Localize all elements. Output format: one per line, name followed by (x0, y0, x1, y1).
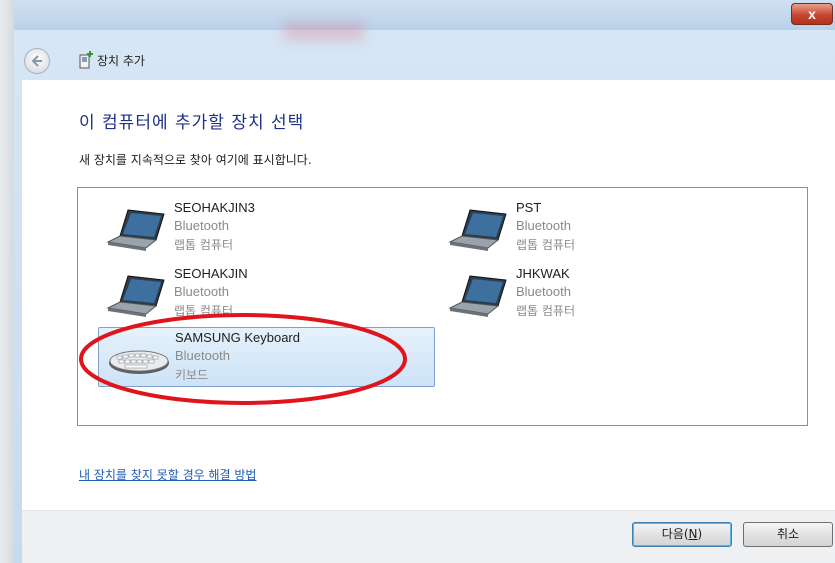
device-item-pst[interactable]: PST Bluetooth 랩톱 컴퓨터 (440, 198, 775, 258)
device-connection: Bluetooth (174, 284, 229, 299)
device-type: 랩톱 컴퓨터 (174, 304, 234, 318)
device-item-seohakjin[interactable]: SEOHAKJIN Bluetooth 랩톱 컴퓨터 (98, 264, 433, 324)
title-bar[interactable] (14, 0, 835, 40)
device-connection: Bluetooth (516, 284, 571, 299)
add-device-window: x 장치 추가 이 컴퓨터에 추가할 장치 선택 새 장치를 지속적으로 찾아 … (0, 0, 835, 563)
device-type: 랩톱 컴퓨터 (516, 304, 576, 318)
window-shadow (0, 0, 14, 563)
device-name: SEOHAKJIN (174, 266, 248, 281)
back-arrow-icon (31, 55, 42, 67)
page-heading: 이 컴퓨터에 추가할 장치 선택 (79, 113, 305, 133)
device-type: 랩톱 컴퓨터 (516, 238, 576, 252)
device-item-samsung-keyboard[interactable]: SAMSUNG Keyboard Bluetooth 키보드 (98, 327, 435, 387)
device-name: JHKWAK (516, 266, 570, 281)
device-list[interactable]: SEOHAKJIN3 Bluetooth 랩톱 컴퓨터 PST Bluetoot… (77, 187, 808, 426)
next-button-mnemonic: N (688, 527, 698, 541)
title-glow (284, 22, 364, 40)
device-name: SAMSUNG Keyboard (175, 330, 300, 345)
next-button-label: 다음( (661, 527, 689, 541)
next-button[interactable]: 다음(N) (632, 522, 732, 547)
close-button[interactable]: x (791, 3, 833, 25)
device-item-seohakjin3[interactable]: SEOHAKJIN3 Bluetooth 랩톱 컴퓨터 (98, 198, 433, 258)
device-connection: Bluetooth (174, 218, 229, 233)
add-device-icon (79, 51, 93, 69)
nav-title: 장치 추가 (97, 54, 145, 68)
device-type: 랩톱 컴퓨터 (174, 238, 234, 252)
device-connection: Bluetooth (175, 348, 230, 363)
keyboard-icon (109, 350, 169, 374)
laptop-icon (106, 275, 165, 317)
device-connection: Bluetooth (516, 218, 571, 233)
page-instructions: 새 장치를 지속적으로 찾아 여기에 표시합니다. (79, 153, 312, 167)
device-name: PST (516, 200, 542, 215)
laptop-icon (448, 209, 507, 251)
laptop-icon (448, 275, 507, 317)
device-type: 키보드 (175, 368, 209, 382)
next-button-suffix: ) (697, 527, 703, 541)
device-item-jhkwak[interactable]: JHKWAK Bluetooth 랩톱 컴퓨터 (440, 264, 775, 324)
laptop-icon (106, 209, 165, 251)
troubleshoot-link[interactable]: 내 장치를 찾지 못할 경우 해결 방법 (79, 466, 256, 483)
device-name: SEOHAKJIN3 (174, 200, 255, 215)
back-button[interactable] (24, 48, 50, 74)
cancel-button[interactable]: 취소 (743, 522, 833, 547)
